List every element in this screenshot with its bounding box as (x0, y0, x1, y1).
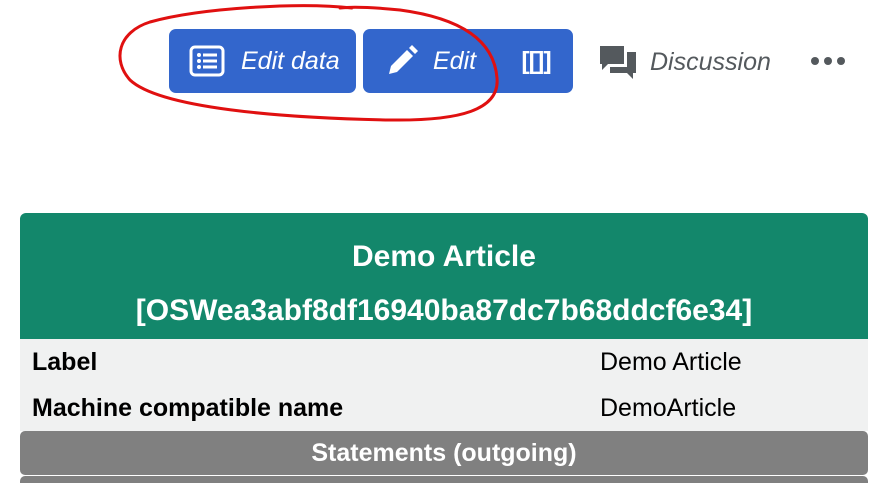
row-key: Machine compatible name (32, 394, 344, 422)
row-value: Demo Article (600, 348, 742, 376)
wikitext-label: [[]] (521, 46, 551, 75)
discussion-link[interactable]: Discussion (598, 40, 771, 84)
edit-label: Edit (433, 46, 477, 75)
more-menu-button[interactable] (806, 44, 850, 80)
infobox-title: Demo Article (352, 240, 536, 273)
ellipsis-icon (810, 53, 846, 71)
next-section-bar (20, 476, 868, 483)
row-key: Label (32, 348, 98, 376)
edit-data-label: Edit data (241, 46, 340, 75)
list-icon (189, 43, 225, 79)
table-row: Label Demo Article (20, 339, 868, 385)
infobox-header: Demo Article [OSWea3abf8df16940ba87dc7b6… (20, 213, 868, 339)
statements-section-header[interactable]: Statements (outgoing) (20, 431, 868, 475)
discussion-label: Discussion (650, 47, 771, 76)
edit-data-button[interactable]: Edit data (169, 29, 356, 93)
infobox-id: [OSWea3abf8df16940ba87dc7b68ddcf6e34] (135, 294, 753, 327)
edit-button[interactable]: Edit (363, 29, 499, 93)
pencil-icon (385, 44, 419, 78)
row-value: DemoArticle (600, 394, 737, 422)
table-row: Machine compatible name DemoArticle (20, 385, 868, 431)
wikitext-button[interactable]: [[]] (499, 29, 573, 93)
speech-bubbles-icon (598, 42, 638, 82)
infobox-table: Label Demo Article Machine compatible na… (20, 339, 868, 431)
page: Edit data Edit [[]] Discussion Demo Arti… (0, 0, 876, 483)
